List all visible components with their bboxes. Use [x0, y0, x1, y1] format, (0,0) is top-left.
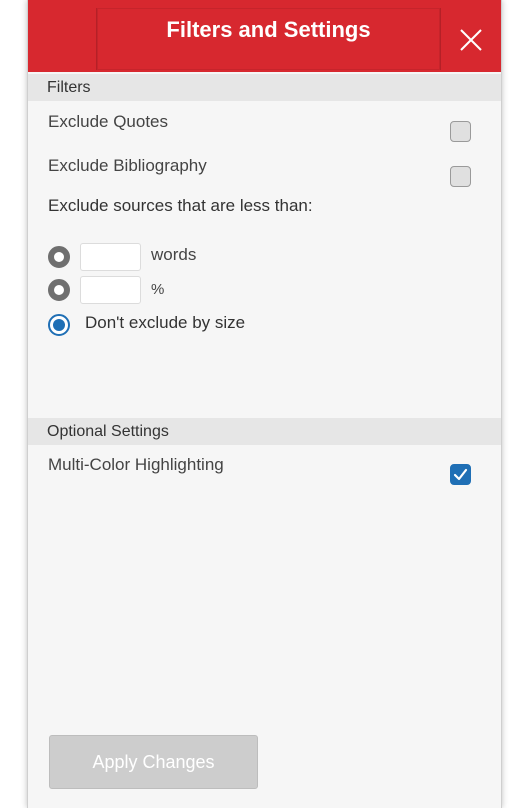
exclude-bibliography-label: Exclude Bibliography: [48, 156, 207, 175]
size-prompt: Exclude sources that are less than:: [48, 196, 313, 215]
percent-threshold-input[interactable]: [80, 276, 141, 304]
apply-changes-label: Apply Changes: [92, 751, 215, 772]
exclude-bibliography-checkbox[interactable]: [450, 166, 471, 187]
filters-settings-panel: Filters and Settings Filters Exclude Quo…: [27, 0, 502, 808]
filters-section-header: Filters: [28, 74, 501, 101]
percent-unit-label: %: [151, 281, 165, 298]
radio-words[interactable]: [48, 246, 70, 268]
panel-header: Filters and Settings: [28, 0, 501, 72]
close-icon: [460, 29, 482, 51]
title-block: Filters and Settings: [96, 8, 441, 70]
apply-changes-button[interactable]: Apply Changes: [49, 735, 258, 789]
dont-exclude-label: Don't exclude by size: [85, 313, 246, 332]
checkmark-icon: [453, 468, 468, 481]
radio-dont-exclude[interactable]: [48, 314, 70, 336]
multi-color-checkbox[interactable]: [450, 464, 471, 485]
multi-color-label: Multi-Color Highlighting: [48, 455, 224, 474]
words-unit-label: words: [151, 245, 197, 264]
radio-percent[interactable]: [48, 279, 70, 301]
close-button[interactable]: [448, 18, 494, 62]
panel-title: Filters and Settings: [166, 17, 371, 42]
exclude-quotes-checkbox[interactable]: [450, 121, 471, 142]
optional-settings-section-header: Optional Settings: [28, 418, 501, 445]
exclude-quotes-label: Exclude Quotes: [48, 112, 169, 131]
words-threshold-input[interactable]: [80, 243, 141, 271]
